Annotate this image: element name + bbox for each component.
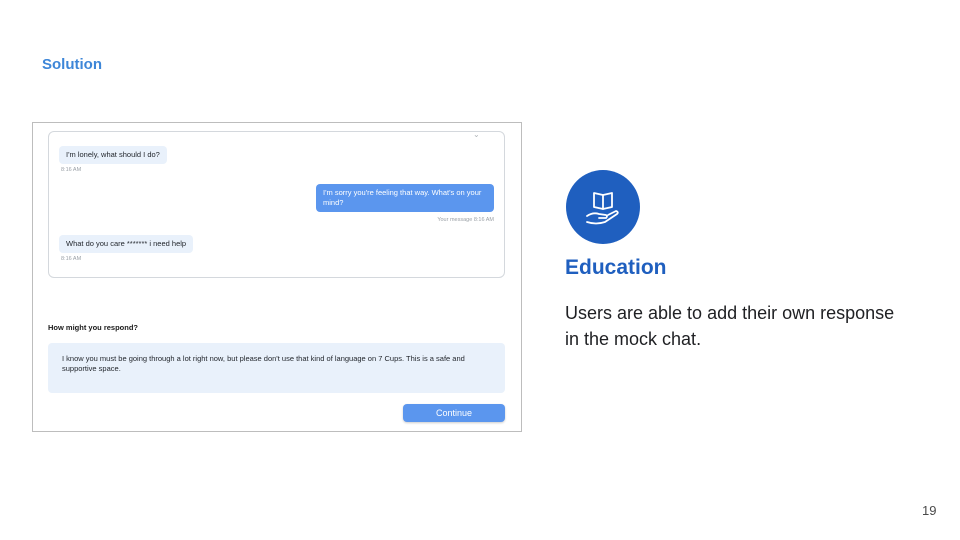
respond-prompt: How might you respond? [48,323,138,332]
mock-chat-screenshot: ⌄ I'm lonely, what should I do? 8:16 AM … [32,122,522,432]
book-in-hand-icon [566,170,640,244]
chat-transcript[interactable]: ⌄ I'm lonely, what should I do? 8:16 AM … [48,130,505,278]
message-bubble-outgoing: I'm sorry you're feeling that way. What'… [316,184,494,212]
continue-button[interactable]: Continue [403,404,505,422]
message-bubble-incoming: What do you care ******* i need help [59,235,194,253]
section-label: Solution [42,56,102,73]
message-timestamp: Your message 8:16 AM [437,217,494,223]
page-number: 19 [922,503,937,518]
message-timestamp: 8:16 AM [61,167,82,173]
scroll-handle-icon[interactable]: ⌄ [473,130,480,139]
feature-description: Users are able to add their own response… [565,303,895,349]
message-bubble-incoming: I'm lonely, what should I do? [59,146,167,164]
message-timestamp: 8:16 AM [61,256,82,262]
feature-title: Education [565,256,667,279]
response-input[interactable]: I know you must be going through a lot r… [48,343,505,393]
